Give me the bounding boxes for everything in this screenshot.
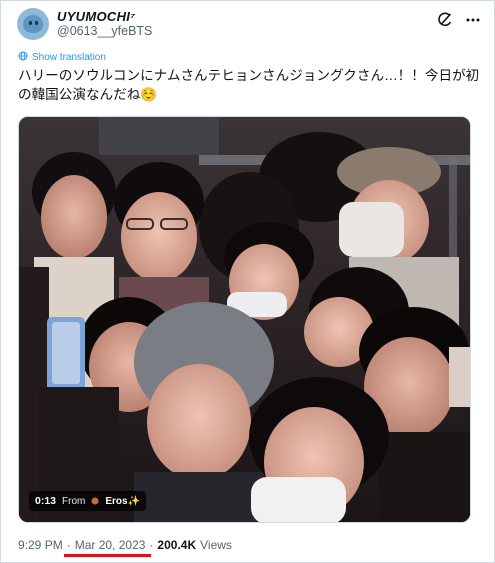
author-display-name[interactable]: UYUMOCHI⁷	[57, 9, 152, 24]
views-count[interactable]: 200.4K	[157, 538, 196, 552]
meta-separator: ·	[149, 538, 154, 552]
author-handle[interactable]: @0613__yfeBTS	[57, 24, 152, 39]
video-frame	[19, 117, 470, 522]
avatar-face	[23, 15, 43, 33]
date-highlight-underline	[64, 554, 151, 557]
globe-icon	[18, 51, 28, 64]
more-icon[interactable]	[465, 12, 481, 28]
video-source-name[interactable]: Eros✨	[105, 496, 140, 507]
author-names: UYUMOCHI⁷ @0613__yfeBTS	[57, 9, 152, 39]
video-duration: 0:13	[35, 495, 57, 507]
views-label: Views	[200, 538, 232, 552]
avatar[interactable]	[17, 8, 49, 40]
source-avatar-icon	[91, 497, 99, 505]
video-player[interactable]: 0:13 From Eros✨	[18, 116, 471, 523]
grok-icon[interactable]	[437, 12, 453, 28]
header-actions	[437, 12, 481, 28]
tweet-date[interactable]: Mar 20, 2023	[75, 538, 146, 552]
show-translation-label[interactable]: Show translation	[32, 52, 106, 63]
show-translation-link[interactable]: Show translation	[18, 51, 106, 64]
video-badge: 0:13 From Eros✨	[29, 491, 147, 511]
meta-separator: ·	[66, 538, 71, 552]
tweet-header: UYUMOCHI⁷ @0613__yfeBTS	[17, 6, 481, 42]
tweet-text: ハリーのソウルコンにナムさんテヒョンさんジョングクさん…！！今日が初の韓国公演な…	[18, 68, 480, 102]
tweet-time[interactable]: 9:29 PM	[18, 538, 63, 552]
tweet-meta: 9:29 PM · Mar 20, 2023 · 200.4K Views	[18, 538, 232, 552]
video-from-label: From	[62, 495, 86, 507]
